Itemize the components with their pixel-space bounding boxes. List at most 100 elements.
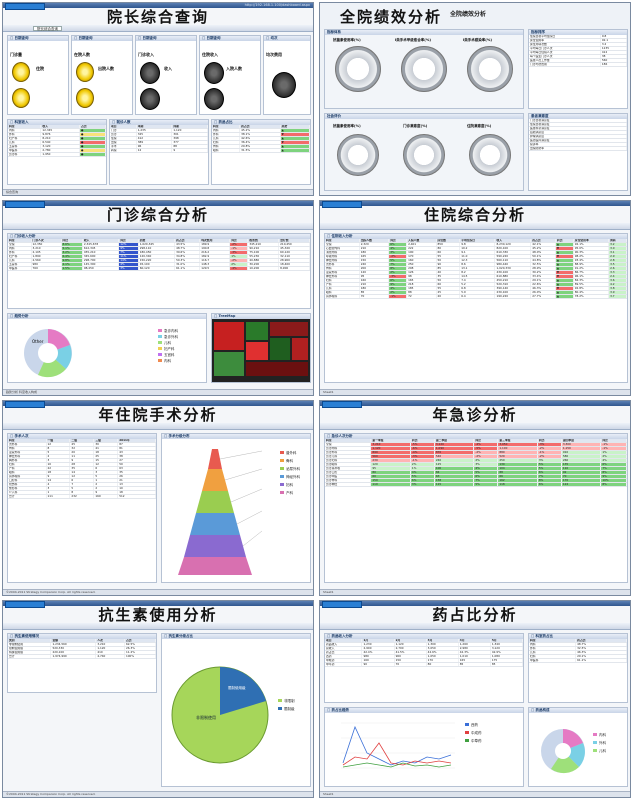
table-surgery: □ 手术人次 科室 一级 二级 三级 2011年 普外科 12 45 30 87 骨科 8 32 41…	[7, 433, 157, 583]
pie-dept: □ 趋势分析 Other 急诊内科 急诊外科 儿科 妇产科 五官科 内科	[7, 313, 207, 383]
footer: ©2004-2011 Strategy Companion Corp. All …	[3, 589, 313, 595]
panel-outpatient-analysis: 门诊综合分析 □ 门诊收入分析 科室 门诊人次 同比 收入 同比 药费 药占比 均次费用 同比检…	[2, 200, 314, 396]
page-title: 门诊综合分析	[106, 206, 209, 224]
label-discharge: 出院人数	[98, 66, 114, 71]
gauge-icon	[140, 88, 160, 110]
footer[interactable]: Sheet1	[320, 589, 630, 595]
tab-dean-query[interactable]: 院长综合查询	[33, 26, 62, 31]
toolbar	[320, 623, 630, 630]
svg-text:内科: 内科	[164, 358, 171, 363]
widget-revenue: □ 日期查询 门诊收入 收入	[135, 35, 197, 115]
svg-text:妇产科: 妇产科	[164, 346, 175, 351]
page-title: 院长综合查询	[106, 8, 209, 26]
svg-text:儿科: 儿科	[599, 748, 607, 753]
panel-performance: 全院绩效分析 全院绩效分析 指标体系 抗菌素使用率(%) I类手术甲级愈合率(%…	[319, 2, 631, 196]
page-title: 年急诊分析	[432, 406, 518, 424]
treemap: □ TreeMap	[211, 313, 311, 383]
panel-inpatient-analysis: 住院综合分析 □ 住院收入分析 科室 出院人数 同比 入院人数 床位数 平均住院日 收入 药占…	[319, 200, 631, 396]
page-title: 住院综合分析	[423, 206, 526, 224]
gauge-label: 住院满意度(%)	[467, 124, 492, 128]
svg-text:中草药: 中草药	[471, 738, 482, 743]
svg-text:非限制: 非限制	[284, 698, 295, 703]
gauge-icon	[403, 134, 445, 176]
gauge-icon	[12, 62, 30, 82]
svg-text:妇科: 妇科	[286, 482, 294, 487]
widget-header: 指标体系	[325, 30, 523, 35]
widget-header: 社会评价	[325, 114, 523, 119]
footer: ©2004-2011 Strategy Companion Corp. All …	[3, 791, 313, 797]
toolbar	[320, 223, 630, 230]
panel-emergency-analysis: 年急诊分析 □ 急诊人次分析 科室 第一季度 同比 第二季度 同比 第三季度 同比 第四季度同…	[319, 400, 631, 596]
label-avg-cost: 均次费用	[266, 52, 282, 57]
table-drug: □ 药品收入分析 项目 1月 2月 3月 4月 5月 药品收入 1,230 1,120 1,30…	[324, 633, 524, 703]
widget-outpatient: □ 日期查询 门诊量 住院	[7, 35, 69, 115]
gauge-icon	[467, 46, 513, 92]
svg-text:神经外科: 神经外科	[286, 474, 300, 479]
table-ratio: □ 药品占比 科室 药占比 趋势 内科 45.2% ▲ 外科 38.1% ▼ 儿科 42.6%…	[211, 119, 311, 185]
panel-antibiotic-analysis: 抗生素使用分析 □ 抗生素使用情况 类别 金额 人次 占比 非限制使用 1,234,56…	[2, 600, 314, 798]
gauge-icon	[204, 88, 224, 110]
page-title: 抗生素使用分析	[98, 606, 218, 624]
pie-antibiotic: □ 抗生素分级占比 非限制使用 限制使用级 非限制 限制级	[161, 633, 311, 787]
gauge-icon	[401, 46, 447, 92]
line-svg: 西药 中成药 中草药	[341, 722, 482, 769]
footer[interactable]: Sheet1	[320, 791, 630, 797]
table-drug-dept: □ 科室药占比 科室 药占比 内科 48.7% 外科 32.5% 儿科 46.3% 妇科…	[528, 633, 628, 703]
gauge-icon	[12, 88, 30, 108]
pie-chart: 内科 外科 儿科	[541, 729, 607, 774]
svg-text:儿科: 儿科	[164, 340, 171, 345]
widget-inhospital: □ 日期查询 在院人数 出院人数	[71, 35, 133, 115]
panel-dean-query: http://192.168.1.100/dashboard.aspx 院长综合…	[2, 2, 314, 196]
table-antibiotic: □ 抗生素使用情况 类别 金额 人次 占比 非限制使用 1,234,560 3,210 62…	[7, 633, 157, 693]
gauge-icon	[335, 46, 381, 92]
svg-text:急诊外科: 急诊外科	[164, 334, 178, 339]
toolbar	[3, 223, 313, 230]
toolbar: 院长综合查询	[3, 25, 313, 32]
pyramid-chart: □ 手术分级分布 普外科 骨科 泌尿外科 神经外科 妇科 产科	[161, 433, 311, 583]
table-inpatient: □ 住院收入分析 科室 出院人数 同比 入院人数 床位数 平均住院日 收入 药占比 同比 床位使用…	[324, 233, 628, 383]
widget-hosp-income: □ 日期查询 住院收入 入院人数	[199, 35, 261, 115]
gauge-icon	[337, 134, 379, 176]
table-dept: □ 科室收入 科室 收入 占比 内科 12,345 ● 外科 9,876 ● 妇产科 8,21…	[7, 119, 107, 185]
footer[interactable]: Sheet1	[320, 389, 630, 395]
label-outpatient-income: 门诊收入	[138, 52, 154, 57]
gauge-icon	[76, 88, 94, 108]
satisfaction-list: 患者满意度 门诊患者满意度 住院患者满意度 医技科室满意度 后勤满意度 护理满意…	[528, 113, 628, 191]
gauge-label: 抗菌素使用率(%)	[333, 38, 361, 42]
gauges-top: 指标体系 抗菌素使用率(%) I类手术甲级愈合率(%) I类手术感染率(%)	[324, 29, 524, 109]
gauge-icon	[140, 62, 160, 84]
gauges-bottom: 社会评价 抗菌素使用率(%) 门诊满意度(%) 住院满意度(%)	[324, 113, 524, 191]
gauge-label: 抗菌素使用率(%)	[333, 124, 361, 128]
pyramid-svg: 普外科 骨科 泌尿外科 神经外科 妇科 产科	[178, 449, 300, 575]
svg-text:Other: Other	[32, 339, 44, 344]
gauge-label: I类手术感染率(%)	[463, 38, 493, 42]
pie-chart: Other 急诊内科 急诊外科 儿科 妇产科 五官科 内科	[24, 328, 178, 378]
pie-chart: 非限制使用 限制使用级 非限制 限制级	[171, 666, 295, 764]
line-chart: □ 药占比趋势 西药 中成药 中草药	[324, 707, 524, 787]
svg-text:内科: 内科	[599, 732, 607, 737]
widget-header: □ 日期查询	[8, 36, 68, 41]
svg-text:五官科: 五官科	[164, 352, 175, 357]
svg-text:限制级: 限制级	[284, 706, 295, 711]
svg-text:泌尿外科: 泌尿外科	[286, 466, 300, 471]
svg-text:中成药: 中成药	[471, 730, 482, 735]
label-hosp-income: 住院收入	[202, 52, 218, 57]
footer-tab[interactable]: 综合查询	[3, 189, 313, 195]
svg-text:骨科: 骨科	[286, 458, 294, 463]
footer[interactable]: 趋势分析 科室收入构成	[3, 389, 313, 395]
label-income: 收入	[164, 66, 172, 71]
gauge-label: I类手术甲级愈合率(%)	[395, 38, 432, 42]
gauge-icon	[469, 134, 511, 176]
gauge-icon	[204, 62, 224, 84]
widget-avg-cost: □ 均次 均次费用	[263, 35, 311, 115]
toolbar	[320, 423, 630, 430]
table-outpatient: □ 门诊收入分析 科室 门诊人次 同比 收入 同比 药费 药占比 均次费用 同比 检查费 治疗费 全…	[7, 233, 311, 309]
svg-text:急诊内科: 急诊内科	[164, 328, 178, 333]
svg-text:西药: 西药	[471, 722, 479, 727]
panel-surgery-analysis: 年住院手术分析 □ 手术人次 科室 一级 二级 三级 2011年 普外科 12 45 30 87…	[2, 400, 314, 596]
toolbar	[3, 423, 313, 430]
toolbar	[3, 623, 313, 630]
pie-drug: □ 药品构成 内科 外科 儿科	[528, 707, 628, 787]
label-admission: 入院人数	[226, 66, 242, 71]
gauge-icon	[76, 62, 94, 82]
